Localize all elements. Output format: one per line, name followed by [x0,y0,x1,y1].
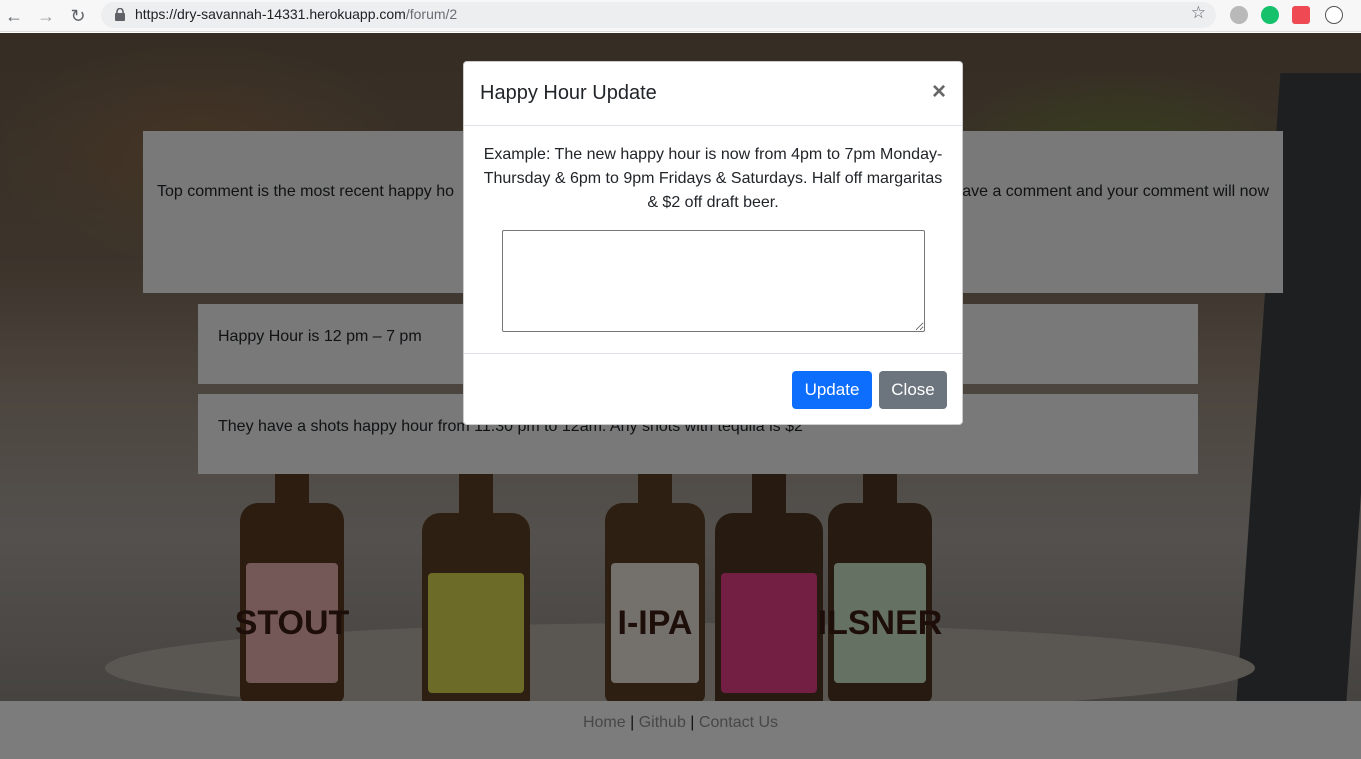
bookmark-star-icon[interactable]: ☆ [1191,3,1206,23]
browser-toolbar: ← → ↻ https://dry-savannah-14331.herokua… [0,0,1361,32]
update-button[interactable]: Update [792,371,872,409]
modal-footer: Update Close [464,353,962,424]
modal-body: Example: The new happy hour is now from … [464,127,962,353]
happy-hour-modal: Happy Hour Update × Example: The new hap… [463,61,963,425]
address-bar[interactable]: https://dry-savannah-14331.herokuapp.com… [101,2,1216,28]
forward-icon[interactable]: → [34,4,58,28]
extension-red-icon[interactable] [1292,6,1310,24]
url-text: https://dry-savannah-14331.herokuapp.com… [135,6,458,22]
close-icon[interactable]: × [932,78,946,106]
example-text: Example: The new happy hour is now from … [483,146,943,211]
profile-icon[interactable] [1325,6,1343,24]
reload-icon[interactable]: ↻ [66,4,90,28]
happy-hour-textarea[interactable] [502,230,925,332]
extension-icon[interactable] [1230,6,1248,24]
grammarly-icon[interactable] [1261,6,1279,24]
back-icon[interactable]: ← [2,4,26,28]
modal-header: Happy Hour Update × [464,62,962,126]
modal-title: Happy Hour Update [480,82,657,104]
lock-icon [115,8,125,21]
close-button[interactable]: Close [879,371,947,409]
